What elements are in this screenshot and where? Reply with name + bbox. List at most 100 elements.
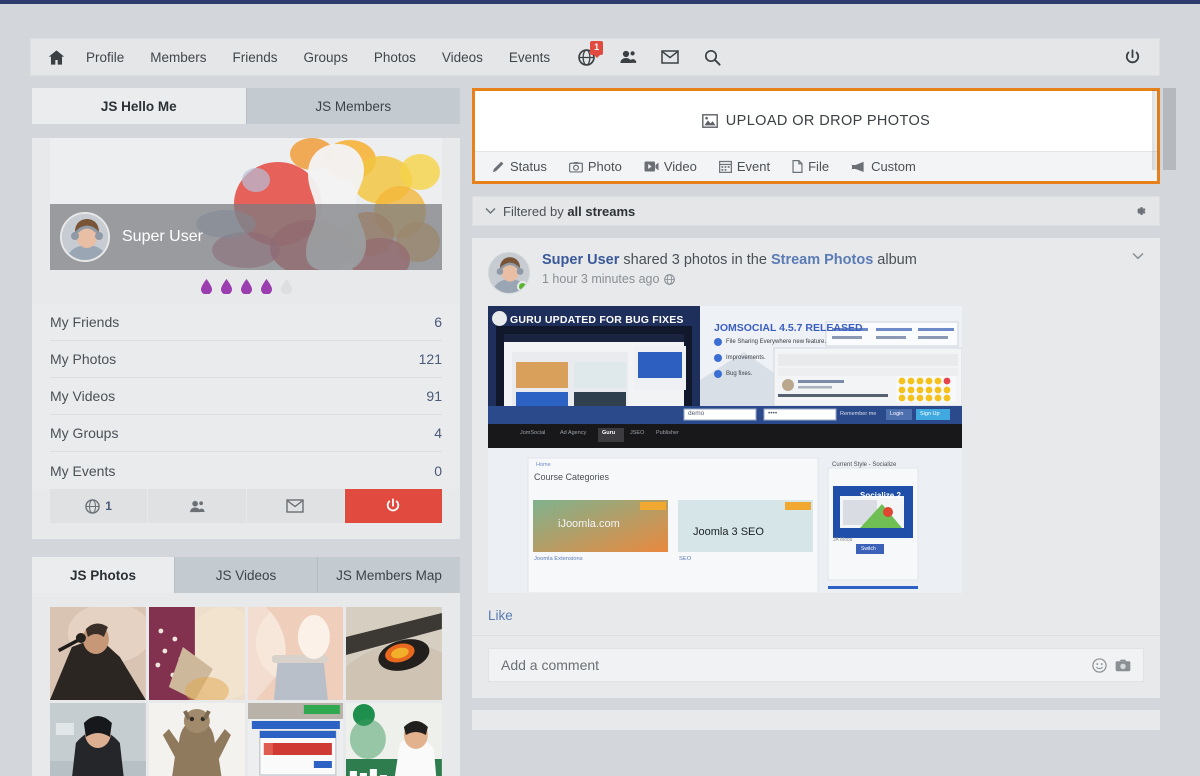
droplet-icon-4[interactable] [260, 279, 272, 294]
upload-action-label: Video [663, 159, 697, 174]
collage-card-1-title: iJoomla.com [558, 518, 620, 530]
main-stream-column: UPLOAD OR DROP PHOTOS Status Photo Video… [472, 88, 1160, 730]
comment-input[interactable]: Add a comment [488, 648, 1144, 682]
post-options-chevron-down-icon[interactable] [1132, 252, 1144, 260]
collage-tile-jomsocial[interactable]: JOMSOCIAL 4.5.7 RELEASED File Sharing Ev… [700, 306, 962, 406]
avatar[interactable] [60, 212, 110, 262]
tab-js-videos[interactable]: JS Videos [175, 557, 318, 593]
collage-row-top: GURU UPDATED FOR BUG FIXES JOMSOCIAL 4.5… [488, 306, 962, 406]
chevron-down-icon[interactable] [485, 207, 496, 215]
nav-item-friends[interactable]: Friends [220, 39, 291, 75]
emoji-icon[interactable] [1092, 657, 1107, 673]
upload-action-event[interactable]: Event [710, 152, 779, 181]
upload-action-label: Custom [871, 159, 916, 174]
top-accent-bar [0, 0, 1200, 4]
post-timestamp: 1 hour 3 minutes ago [542, 272, 660, 286]
home-icon[interactable] [39, 39, 73, 75]
droplet-icon-5[interactable] [280, 279, 292, 294]
jomsocial-bullet-2: Improvements. [714, 354, 766, 362]
tab-js-members-map[interactable]: JS Members Map [318, 557, 460, 593]
gear-icon[interactable] [1133, 204, 1147, 218]
scroll-shadow [1152, 90, 1162, 170]
photo-thumbnail[interactable] [247, 607, 344, 700]
collage-sidebar-sub: JA Mood [833, 537, 853, 543]
photo-thumbnail[interactable] [148, 607, 245, 700]
panel-spacer [32, 523, 460, 539]
nav-item-groups[interactable]: Groups [291, 39, 361, 75]
stat-label: My Groups [50, 425, 119, 441]
nav-item-members[interactable]: Members [137, 39, 219, 75]
stat-row-my-events[interactable]: My Events 0 [50, 452, 442, 489]
photo-thumbnail[interactable] [247, 703, 344, 776]
upload-action-label: File [808, 159, 830, 174]
avatar[interactable] [488, 252, 530, 294]
droplet-icon-1[interactable] [200, 279, 212, 294]
stat-value: 121 [418, 351, 442, 367]
stat-row-my-videos[interactable]: My Videos 91 [50, 378, 442, 415]
stat-value: 4 [434, 425, 442, 441]
filter-prefix-label: Filtered by [503, 203, 564, 219]
droplet-icon-2[interactable] [220, 279, 232, 294]
comment-placeholder: Add a comment [501, 657, 600, 673]
next-stream-post-placeholder [472, 710, 1160, 730]
photo-thumbnail[interactable] [346, 703, 442, 776]
droplet-icon-3[interactable] [240, 279, 252, 294]
photo-thumbnail[interactable] [50, 607, 146, 700]
upload-drop-zone[interactable]: UPLOAD OR DROP PHOTOS [475, 91, 1157, 151]
scrollbar-track[interactable] [1162, 88, 1178, 776]
globe-count: 1 [105, 499, 112, 513]
login-username-value: demo [688, 410, 705, 417]
search-icon[interactable] [695, 39, 729, 75]
post-author-link[interactable]: Super User [542, 252, 619, 268]
envelope-icon [286, 499, 304, 513]
globe-icon [664, 273, 676, 285]
upload-action-custom[interactable]: Custom [842, 152, 925, 181]
logout-button[interactable] [344, 489, 442, 523]
like-button[interactable]: Like [488, 608, 513, 623]
rating-droplets[interactable] [50, 270, 442, 304]
collage-tile-login-bar[interactable]: demo •••• Remember me Login Sign Up JomS… [488, 406, 962, 448]
upload-action-status[interactable]: Status [483, 152, 556, 181]
stat-row-my-friends[interactable]: My Friends 6 [50, 304, 442, 341]
globe-icon [85, 498, 101, 514]
collage-heading: Course Categories [534, 472, 610, 482]
stat-row-my-photos[interactable]: My Photos 121 [50, 341, 442, 378]
login-remember-label: Remember me [840, 411, 877, 417]
globe-activity-button[interactable]: 1 [50, 489, 149, 523]
post-meta: Super User shared 3 photos in the Stream… [542, 252, 917, 294]
tab-js-photos[interactable]: JS Photos [32, 557, 175, 593]
photo-thumbnail[interactable] [50, 703, 146, 776]
stream-filter-bar[interactable]: Filtered by all streams [472, 196, 1160, 226]
globe-notifications-icon[interactable]: 1 [569, 39, 604, 75]
profile-stats: My Friends 6 My Photos 121 My Videos 91 … [32, 304, 460, 489]
stat-row-my-groups[interactable]: My Groups 4 [50, 415, 442, 452]
friends-button[interactable] [148, 489, 247, 523]
collage-menu-item-1: JomSocial [520, 430, 546, 436]
cover-photo[interactable]: Super User [50, 138, 442, 270]
nav-item-videos[interactable]: Videos [429, 39, 496, 75]
post-suffix-text: album [873, 252, 917, 268]
collage-tile-guru[interactable]: GURU UPDATED FOR BUG FIXES [488, 306, 700, 406]
photo-thumbnail[interactable] [346, 607, 442, 700]
tab-js-members[interactable]: JS Members [246, 88, 460, 124]
tab-js-hello-me[interactable]: JS Hello Me [32, 88, 247, 124]
nav-item-profile[interactable]: Profile [73, 39, 137, 75]
camera-icon[interactable] [1115, 659, 1131, 672]
scrollbar-thumb[interactable] [1163, 88, 1176, 170]
photo-thumbnail[interactable] [148, 703, 245, 776]
messages-envelope-icon[interactable] [653, 39, 687, 75]
camera-icon [568, 161, 583, 173]
post-album-link[interactable]: Stream Photos [771, 252, 873, 268]
upload-action-video[interactable]: Video [635, 152, 706, 181]
upload-action-photo[interactable]: Photo [560, 152, 631, 181]
upload-action-file[interactable]: File [783, 152, 838, 181]
friend-requests-icon[interactable] [611, 39, 645, 75]
message-button[interactable] [246, 489, 345, 523]
jomsocial-bullet-3: Bug fixes. [714, 370, 752, 378]
collage-tile-course-categories[interactable]: Home Course Categories iJoomla.com Jooml… [488, 448, 962, 593]
post-photo-collage[interactable]: GURU UPDATED FOR BUG FIXES JOMSOCIAL 4.5… [488, 306, 962, 593]
power-logout-icon[interactable] [1115, 39, 1149, 75]
nav-item-photos[interactable]: Photos [361, 39, 429, 75]
guru-logo-icon [492, 311, 507, 326]
nav-item-events[interactable]: Events [496, 39, 563, 75]
